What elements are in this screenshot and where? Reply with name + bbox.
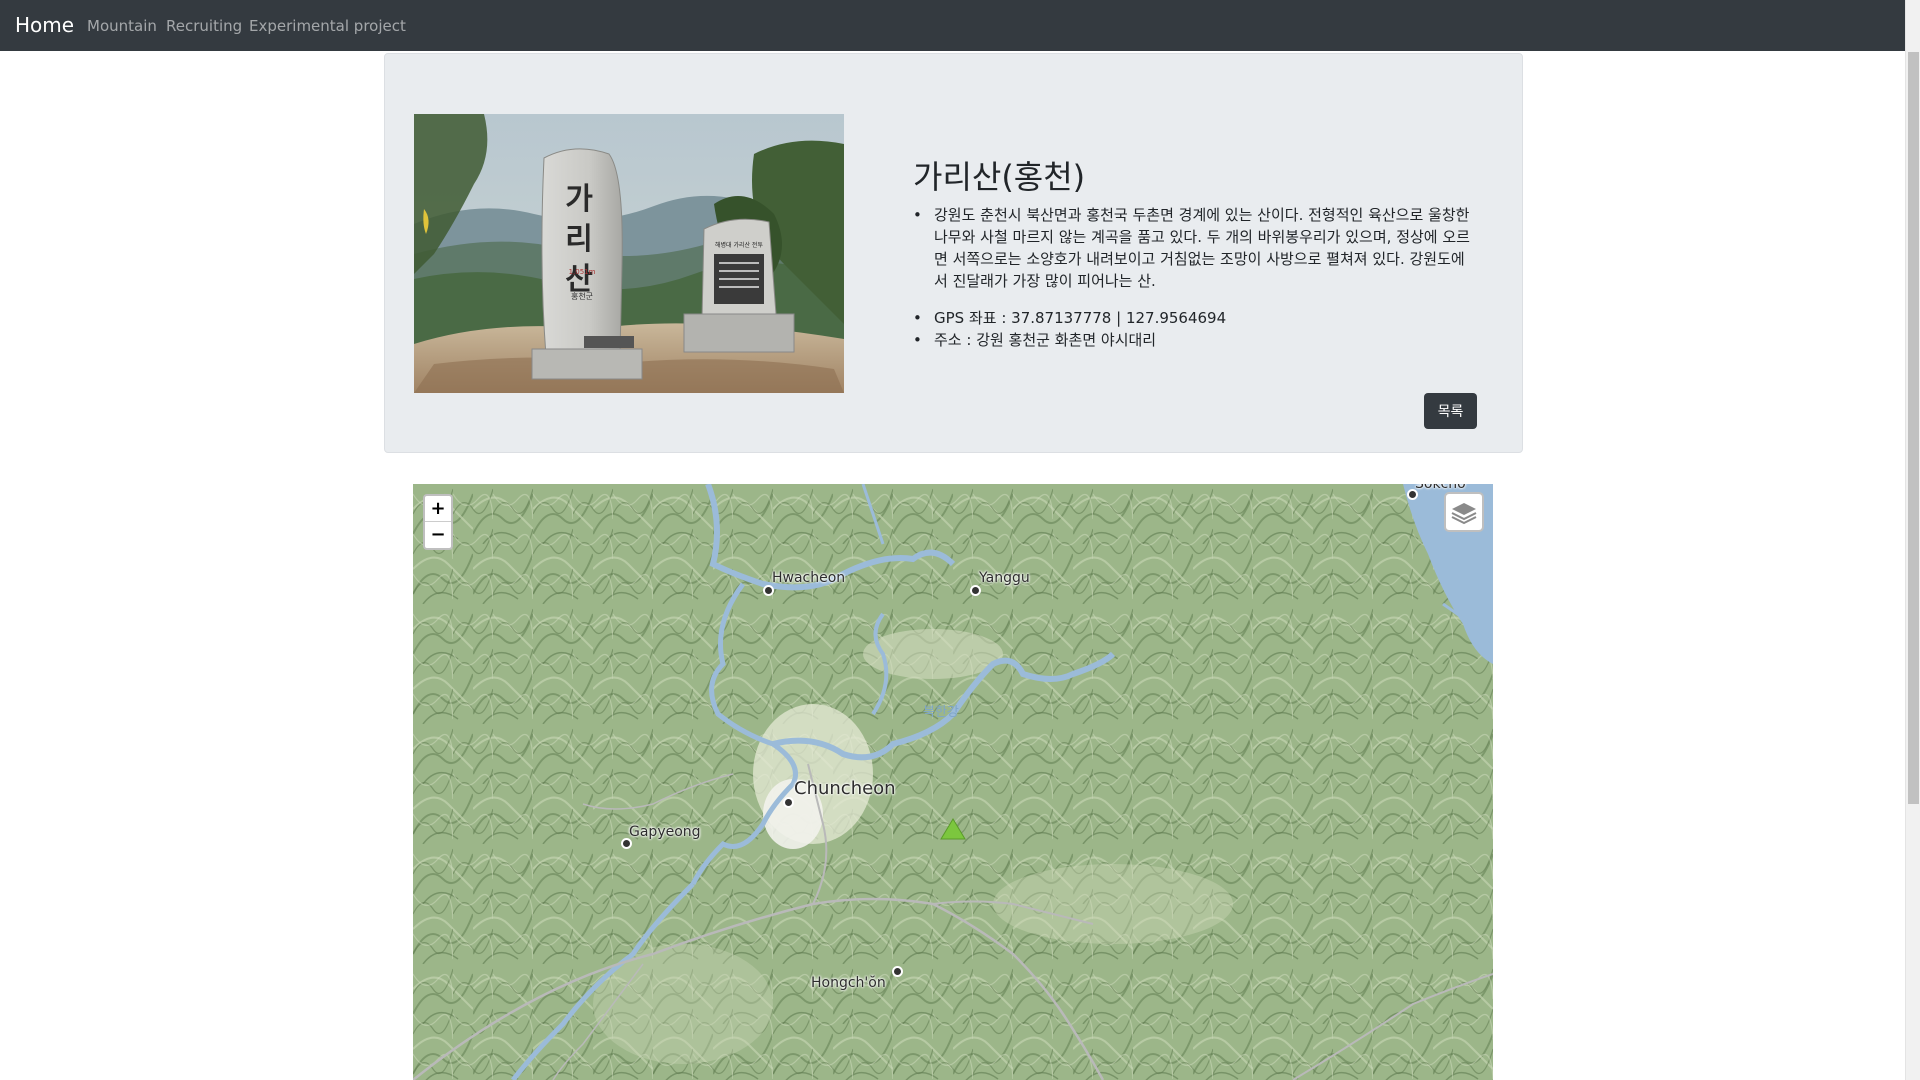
zoom-out-button[interactable]: − (425, 522, 451, 547)
svg-text:해병대 가리산 전투: 해병대 가리산 전투 (715, 241, 763, 249)
scrollbar-thumb[interactable] (1908, 52, 1919, 804)
city-label-chuncheon: Chuncheon (794, 778, 896, 799)
back-to-list-button[interactable]: 목록 (1424, 393, 1477, 429)
svg-text:리: 리 (565, 222, 593, 257)
layers-control[interactable] (1444, 492, 1484, 532)
layers-icon (1451, 503, 1477, 525)
city-marker-hongcheon (892, 966, 903, 977)
mountain-description: 강원도 춘천시 북산면과 홍천국 두촌면 경계에 있는 산이다. 전형적인 육산… (913, 204, 1475, 292)
nav-link-mountain[interactable]: Mountain (87, 17, 157, 35)
city-label-sokcho: Sokcho (1415, 484, 1466, 492)
city-marker-chuncheon (783, 797, 794, 808)
navbar: Home Mountain Recruiting Experimental pr… (0, 0, 1905, 51)
river-label: 북한강 (923, 705, 959, 720)
zoom-control: + − (423, 494, 453, 550)
map-tiles (413, 484, 1493, 1080)
svg-text:홍천군: 홍천군 (571, 291, 593, 301)
city-label-yanggu: Yanggu (979, 570, 1030, 586)
page-scrollbar[interactable] (1905, 0, 1920, 1080)
nav-link-experimental-project[interactable]: Experimental project (249, 17, 406, 35)
city-label-gapyeong: Gapyeong (629, 824, 701, 840)
city-label-hwacheon: Hwacheon (772, 570, 846, 586)
map-view[interactable]: Hwacheon Yanggu Chuncheon Gapyeong Hongc… (413, 484, 1493, 1080)
gps-coordinates: GPS 좌표 : 37.87137778 | 127.9564694 (913, 307, 1475, 329)
home-link[interactable]: Home (15, 13, 74, 37)
zoom-in-button[interactable]: + (425, 496, 451, 522)
mountain-title: 가리산(홍천) (913, 158, 1086, 196)
svg-text:1,051m: 1,051m (569, 268, 596, 276)
mountain-summit-photo: 가 리 산 1,051m 홍천군 해병대 가리산 전투 (414, 114, 844, 393)
city-marker-yanggu (970, 585, 981, 596)
nav-link-recruiting[interactable]: Recruiting (166, 17, 242, 35)
mountain-details-list: 강원도 춘천시 북산면과 홍천국 두촌면 경계에 있는 산이다. 전형적인 육산… (913, 204, 1475, 351)
city-marker-hwacheon (763, 585, 774, 596)
address: 주소 : 강원 홍천군 화촌면 야시대리 (913, 329, 1475, 351)
city-label-hongcheon: Hongch'ŏn (811, 975, 886, 991)
svg-text:가: 가 (565, 182, 593, 217)
